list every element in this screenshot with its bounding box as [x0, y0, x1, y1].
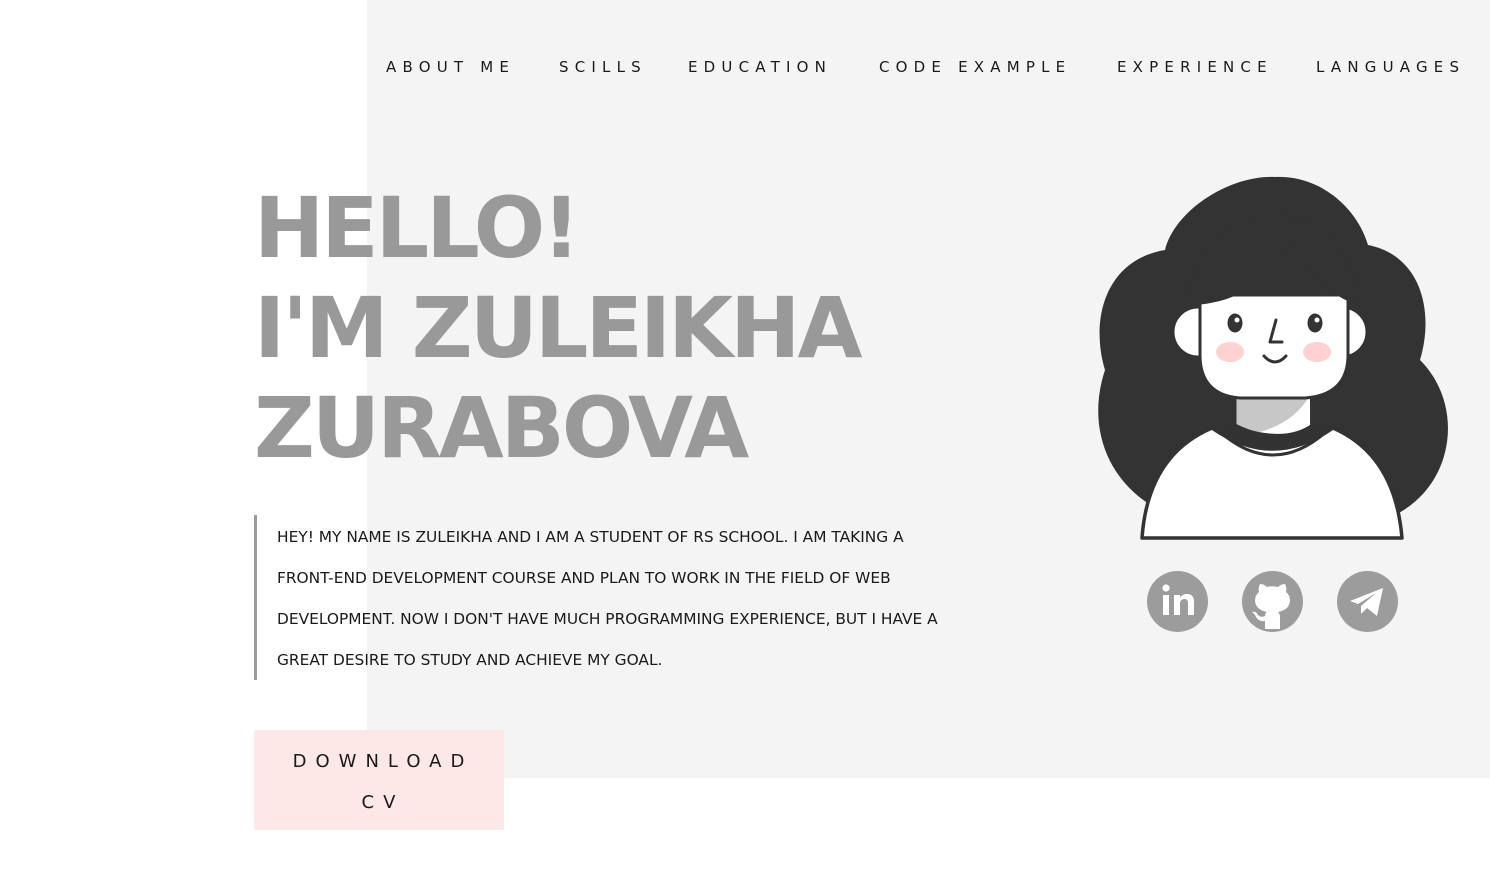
nav-link-languages[interactable]: LANGUAGES [1316, 58, 1465, 76]
nav-link-experience[interactable]: EXPERIENCE [1117, 58, 1273, 76]
linkedin-button[interactable] [1147, 571, 1208, 632]
nav-link-about-me[interactable]: ABOUT ME [386, 58, 515, 76]
linkedin-icon [1162, 584, 1194, 615]
hero-title-line-2: I'M ZULEIKHA [254, 279, 862, 377]
github-button[interactable] [1242, 571, 1303, 632]
download-cv-button[interactable]: DOWNLOAD CV [254, 730, 504, 830]
intro-text: HEY! MY NAME IS ZULEIKHA AND I AM A STUD… [254, 515, 994, 680]
hero-title-line-3: ZURABOVA [254, 379, 749, 477]
hero-title-line-1: HELLO! [254, 179, 580, 277]
left-eye [1227, 313, 1243, 333]
github-icon [1252, 584, 1290, 629]
intro-line-3: DEVELOPMENT. NOW I DON'T HAVE MUCH PROGR… [277, 610, 938, 628]
telegram-button[interactable] [1337, 571, 1398, 632]
intro-line-1: HEY! MY NAME IS ZULEIKHA AND I AM A STUD… [277, 528, 904, 546]
intro-line-2: FRONT-END DEVELOPMENT COURSE AND PLAN TO… [277, 569, 891, 587]
left-blush [1216, 342, 1244, 362]
avatar-illustration [1098, 176, 1448, 540]
right-eye [1307, 313, 1323, 333]
nav-link-education[interactable]: EDUCATION [688, 58, 832, 76]
top-navigation: ABOUT ME SCILLS EDUCATION CODE EXAMPLE E… [386, 58, 1490, 80]
telegram-icon [1350, 588, 1383, 616]
intro-line-4: GREAT DESIRE TO STUDY AND ACHIEVE MY GOA… [277, 651, 663, 669]
nav-link-scills[interactable]: SCILLS [559, 58, 647, 76]
right-blush [1303, 342, 1331, 362]
download-cv-label-line-2: CV [361, 792, 405, 813]
nav-link-code-example[interactable]: CODE EXAMPLE [879, 58, 1071, 76]
hero-title: HELLO! I'M ZULEIKHA ZURABOVA [254, 178, 862, 478]
download-cv-label-line-1: DOWNLOAD [292, 751, 474, 772]
